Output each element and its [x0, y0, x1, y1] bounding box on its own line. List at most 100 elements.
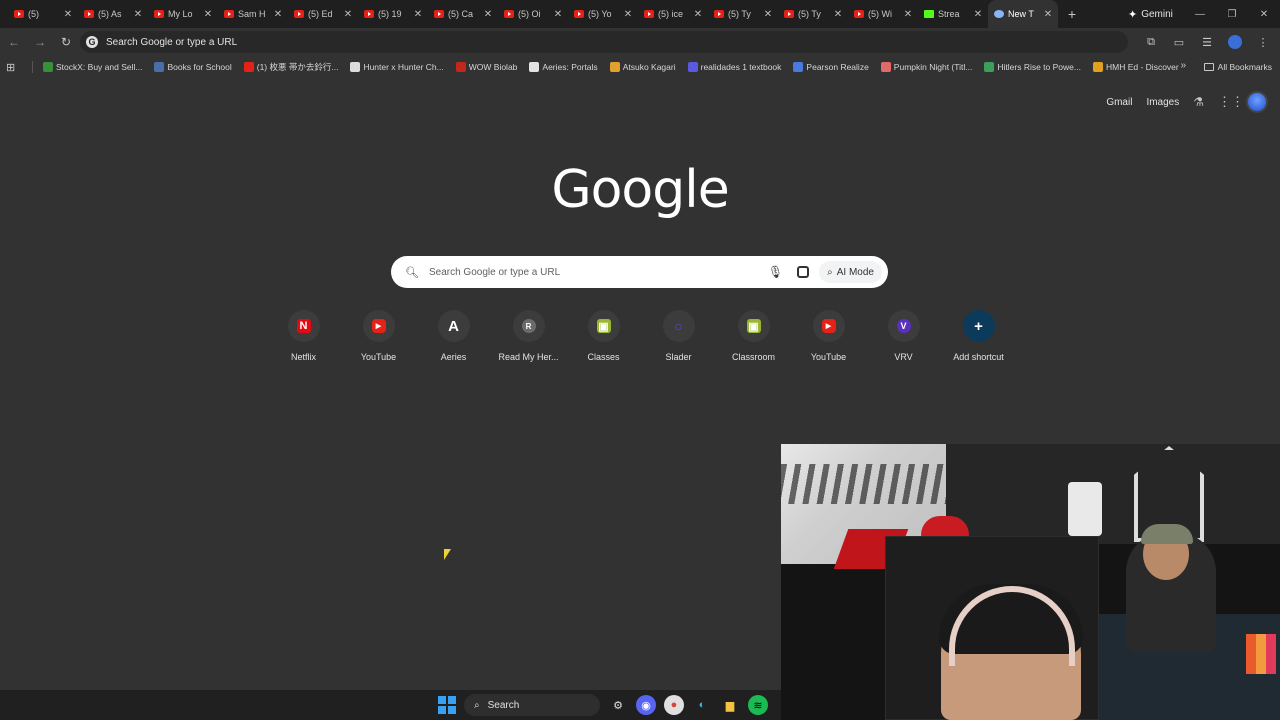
close-tab-icon[interactable]: ✕ — [412, 9, 424, 20]
apps-grid-icon[interactable]: ⊞ — [6, 61, 18, 74]
search-box[interactable]: 🔍︎ Search Google or type a URL 🎙︎ ⌕ AI M… — [391, 256, 888, 288]
browser-tab[interactable]: (5) ✕ — [8, 0, 78, 28]
close-window-icon[interactable]: ✕ — [1248, 0, 1280, 28]
bookmark-favicon-icon — [880, 62, 891, 72]
bookmark-item[interactable]: Aeries: Portals — [529, 62, 598, 72]
browser-tab[interactable]: My Lo ✕ — [148, 0, 218, 28]
browser-tab[interactable]: (5) Ty ✕ — [778, 0, 848, 28]
close-tab-icon[interactable]: ✕ — [972, 9, 984, 20]
browser-tab[interactable]: (5) Ty ✕ — [708, 0, 778, 28]
shortcut-favicon-icon: N — [296, 319, 311, 333]
close-tab-icon[interactable]: ✕ — [1042, 9, 1054, 20]
address-bar[interactable]: G Search Google or type a URL — [80, 31, 1128, 53]
shortcut-tile[interactable]: V VRV — [866, 310, 941, 362]
close-tab-icon[interactable]: ✕ — [132, 9, 144, 20]
tab-title: (5) Ty — [798, 9, 821, 19]
restore-icon[interactable]: ❐ — [1216, 0, 1248, 28]
forward-button[interactable]: → — [28, 30, 52, 54]
browser-tab[interactable]: New T ✕ — [988, 0, 1058, 28]
studio-wall — [946, 444, 1280, 544]
microphone-icon[interactable]: 🎙︎ — [768, 265, 783, 279]
search-input[interactable]: Search Google or type a URL — [429, 267, 768, 278]
bookmark-label: HMH Ed - Discover — [1106, 62, 1179, 72]
google-lens-icon[interactable] — [797, 266, 810, 278]
shortcut-favicon-icon: ▶ — [821, 319, 836, 333]
shortcut-tile[interactable]: N Netflix — [266, 310, 341, 362]
tab-title: Sam H — [238, 9, 266, 19]
shortcut-tile[interactable]: ▶ YouTube — [341, 310, 416, 362]
close-tab-icon[interactable]: ✕ — [762, 9, 774, 20]
bookmark-item[interactable]: WOW Biolab — [455, 62, 517, 72]
youtube-icon — [224, 10, 234, 18]
shortcut-tile[interactable]: ▣ Classes — [566, 310, 641, 362]
close-tab-icon[interactable]: ✕ — [552, 9, 564, 20]
cast-icon[interactable]: ▭ — [1168, 31, 1190, 53]
browser-tab[interactable]: (5) Oi ✕ — [498, 0, 568, 28]
media-controls-icon[interactable]: ☰ — [1196, 31, 1218, 53]
browser-tab[interactable]: (5) Yo ✕ — [568, 0, 638, 28]
bookmark-item[interactable]: (1) 枚悪 帯か去鈴行... — [243, 61, 338, 73]
tab-strip: (5) ✕ (5) As ✕ My Lo ✕ Sam H ✕ (5) Ed ✕ (5) 19 ✕ (5)… — [0, 0, 1280, 28]
browser-tab[interactable]: Strea ✕ — [918, 0, 988, 28]
browser-tab[interactable]: (5) Ed ✕ — [288, 0, 358, 28]
ai-mode-button[interactable]: ⌕ AI Mode — [819, 261, 882, 283]
discord-icon[interactable]: ◉ — [636, 695, 656, 715]
webcam-overlay — [781, 444, 1280, 720]
gmail-link[interactable]: Gmail — [1106, 97, 1132, 108]
shortcut-tile[interactable]: ○ Slader — [641, 310, 716, 362]
browser-tab[interactable]: (5) Wi ✕ — [848, 0, 918, 28]
profile-button[interactable] — [1224, 31, 1246, 53]
menu-icon[interactable]: ⋮ — [1252, 31, 1274, 53]
new-tab-button[interactable]: + — [1060, 2, 1084, 26]
gemini-button[interactable]: ✦ Gemini — [1122, 5, 1179, 23]
shortcut-icon-circle: N — [287, 310, 320, 342]
browser-tab[interactable]: (5) 19 ✕ — [358, 0, 428, 28]
browser-tab[interactable]: (5) Ca ✕ — [428, 0, 498, 28]
shortcut-tile[interactable]: + Add shortcut — [941, 310, 1016, 362]
browser-tab[interactable]: Sam H ✕ — [218, 0, 288, 28]
browser-tab[interactable]: (5) ice ✕ — [638, 0, 708, 28]
reload-button[interactable]: ↻ — [54, 30, 78, 54]
images-link[interactable]: Images — [1146, 97, 1179, 108]
shortcut-tile[interactable]: A Aeries — [416, 310, 491, 362]
shortcut-tile[interactable]: ▶ YouTube — [791, 310, 866, 362]
bookmark-item[interactable]: Pearson Realize — [793, 62, 869, 72]
edge-icon[interactable]: ◐ — [692, 695, 712, 715]
google-apps-icon[interactable]: ⋮⋮⋮ — [1218, 95, 1257, 109]
windows-start-icon[interactable] — [438, 696, 456, 714]
close-tab-icon[interactable]: ✕ — [622, 9, 634, 20]
bookmark-item[interactable]: Pumpkin Night (Titl... — [880, 62, 972, 72]
bookmark-item[interactable]: realidades 1 textbook — [687, 62, 781, 72]
spotify-icon[interactable]: ≋ — [748, 695, 768, 715]
account-avatar[interactable] — [1246, 91, 1268, 113]
bookmark-item[interactable]: Hunter x Hunter Ch... — [350, 62, 444, 72]
steam-icon[interactable]: ⚙ — [608, 695, 628, 715]
youtube-icon — [364, 10, 374, 18]
close-tab-icon[interactable]: ✕ — [62, 9, 74, 20]
minimize-icon[interactable]: — — [1184, 0, 1216, 28]
shortcut-tile[interactable]: R Read My Her... — [491, 310, 566, 362]
shortcut-tile[interactable]: ▣ Classroom — [716, 310, 791, 362]
taskbar-search[interactable]: ⌕ Search — [464, 694, 600, 716]
close-tab-icon[interactable]: ✕ — [832, 9, 844, 20]
bookmark-item[interactable]: Books for School — [154, 62, 232, 72]
all-bookmarks-button[interactable]: All Bookmarks — [1203, 56, 1272, 78]
file-explorer-icon[interactable]: ▆ — [720, 695, 740, 715]
more-bookmarks-icon[interactable]: » — [1180, 60, 1186, 71]
youtube-icon — [14, 10, 24, 18]
bookmark-item[interactable]: HMH Ed - Discover — [1093, 62, 1179, 72]
close-tab-icon[interactable]: ✕ — [342, 9, 354, 20]
chrome-icon[interactable]: ● — [664, 695, 684, 715]
close-tab-icon[interactable]: ✕ — [482, 9, 494, 20]
back-button[interactable]: ← — [2, 30, 26, 54]
close-tab-icon[interactable]: ✕ — [692, 9, 704, 20]
browser-tab[interactable]: (5) As ✕ — [78, 0, 148, 28]
close-tab-icon[interactable]: ✕ — [902, 9, 914, 20]
extensions-icon[interactable]: ⧉ — [1140, 31, 1162, 53]
close-tab-icon[interactable]: ✕ — [272, 9, 284, 20]
close-tab-icon[interactable]: ✕ — [202, 9, 214, 20]
labs-flask-icon[interactable]: ⚗ — [1193, 95, 1204, 109]
bookmark-item[interactable]: Hitlers Rise to Powe... — [984, 62, 1081, 72]
bookmark-item[interactable]: Atsuko Kagari — [609, 62, 676, 72]
bookmark-item[interactable]: StockX: Buy and Sell... — [43, 62, 142, 72]
